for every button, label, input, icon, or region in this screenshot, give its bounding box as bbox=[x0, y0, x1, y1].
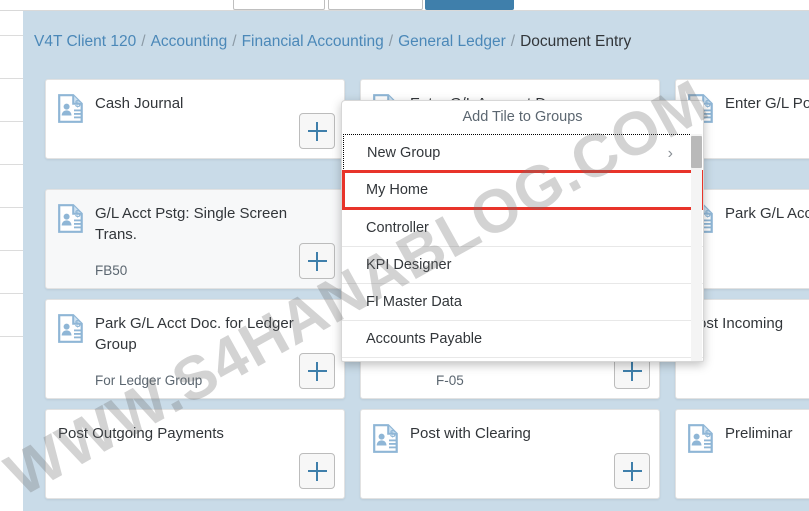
popup-title: Add Tile to Groups bbox=[462, 109, 583, 125]
svg-text:$: $ bbox=[705, 429, 711, 440]
tile[interactable]: Post Outgoing Payments bbox=[45, 409, 345, 499]
svg-text:$: $ bbox=[705, 209, 711, 220]
add-tile-plus-button[interactable] bbox=[614, 453, 650, 489]
add-tile-plus-button[interactable] bbox=[299, 453, 335, 489]
popup-group-list: New Group › My Home Controller KPI Designer F… bbox=[342, 134, 703, 358]
breadcrumb-item-1[interactable]: Accounting bbox=[151, 33, 228, 51]
svg-text:$: $ bbox=[390, 429, 396, 440]
tile-header: $ G/L Acct Pstg: Single Screen Trans. bbox=[46, 190, 344, 246]
toolbar-input-2[interactable] bbox=[328, 0, 423, 10]
breadcrumb-item-4: Document Entry bbox=[520, 33, 632, 50]
add-tile-plus-button[interactable] bbox=[299, 113, 335, 149]
popup-group-label: Accounts Payable bbox=[366, 331, 483, 347]
breadcrumb-separator: / bbox=[510, 33, 516, 50]
tile-title: G/L Acct Pstg: Single Screen Trans. bbox=[95, 205, 288, 244]
tile[interactable]: $ G/L Acct Pstg: Single Screen Trans. FB50 bbox=[45, 189, 345, 289]
tile-subtitle: F-05 bbox=[436, 373, 464, 388]
svg-text:$: $ bbox=[705, 99, 711, 110]
tile-title: Enter G/L Posting bbox=[725, 95, 809, 112]
popup-group-label: My Home bbox=[366, 182, 429, 198]
tile-title: Park G/L Acct Doc. for Ledger Group bbox=[95, 315, 294, 354]
tile[interactable]: $ Park G/L Acct Doc. for Ledger Group For … bbox=[45, 299, 345, 399]
popup-group-label: New Group bbox=[367, 145, 441, 161]
tile-header: Post Outgoing Payments bbox=[46, 410, 344, 444]
popup-group-item[interactable]: My Home bbox=[342, 170, 703, 210]
popup-group-item[interactable]: New Group › bbox=[343, 134, 702, 171]
add-tile-plus-button[interactable] bbox=[299, 353, 335, 389]
popup-group-label: KPI Designer bbox=[366, 257, 452, 273]
tile-header: $ Preliminar bbox=[676, 410, 809, 453]
breadcrumb-separator: / bbox=[388, 33, 394, 50]
tile[interactable]: $ Cash Journal bbox=[45, 79, 345, 159]
toolbar-primary-button[interactable] bbox=[425, 0, 514, 10]
breadcrumb: V4T Client 120/Accounting / Financial Acco… bbox=[34, 30, 631, 54]
popup-scrollbar-track[interactable] bbox=[691, 134, 702, 361]
popup-group-label: FI Master Data bbox=[366, 294, 462, 310]
breadcrumb-item-0[interactable]: V4T Client 120 bbox=[34, 33, 136, 51]
top-toolbar-strip bbox=[0, 0, 809, 11]
tile[interactable]: $ Preliminar bbox=[675, 409, 809, 499]
tile-title: Park G/L Acct Items bbox=[725, 205, 809, 222]
breadcrumb-separator: / bbox=[232, 33, 237, 50]
document-person-money-icon: $ bbox=[688, 424, 713, 453]
popup-group-item[interactable]: Controller bbox=[342, 210, 703, 247]
popup-group-item[interactable]: FI Master Data bbox=[342, 284, 703, 321]
add-tile-to-groups-popup: Add Tile to Groups New Group › My Home Cont… bbox=[341, 100, 704, 362]
tile-title: Post Outgoing Payments bbox=[58, 425, 224, 442]
popup-group-item[interactable]: Accounts Payable bbox=[342, 321, 703, 358]
svg-text:$: $ bbox=[75, 209, 81, 220]
tile-header: $ Post with Clearing bbox=[361, 410, 659, 453]
document-person-money-icon: $ bbox=[373, 424, 398, 453]
fiori-app-finder-page: V4T Client 120/Accounting / Financial Acco… bbox=[0, 0, 809, 511]
popup-scrollbar-thumb[interactable] bbox=[691, 136, 702, 168]
tile[interactable]: $ Post with Clearing bbox=[360, 409, 660, 499]
tile-subtitle: For Ledger Group bbox=[95, 373, 203, 388]
svg-text:$: $ bbox=[75, 99, 81, 110]
chevron-right-icon: › bbox=[667, 145, 673, 162]
add-tile-plus-button[interactable] bbox=[299, 243, 335, 279]
breadcrumb-item-3[interactable]: General Ledger bbox=[398, 33, 506, 51]
svg-text:$: $ bbox=[75, 319, 81, 330]
document-person-money-icon: $ bbox=[58, 94, 83, 123]
document-person-money-icon: $ bbox=[58, 314, 83, 343]
tile-title: Post with Clearing bbox=[410, 425, 531, 442]
popup-group-item[interactable]: KPI Designer bbox=[342, 247, 703, 284]
tile-title: Cash Journal bbox=[95, 95, 184, 112]
left-rail bbox=[0, 11, 23, 511]
popup-group-label: Controller bbox=[366, 220, 429, 236]
toolbar-input-1[interactable] bbox=[233, 0, 325, 10]
tile-title: Preliminar bbox=[725, 425, 793, 442]
tile-subtitle: FB50 bbox=[95, 263, 128, 278]
document-person-money-icon: $ bbox=[58, 204, 83, 233]
breadcrumb-item-2[interactable]: Financial Accounting bbox=[242, 33, 384, 51]
breadcrumb-separator: / bbox=[141, 33, 146, 50]
tile-header: $ Park G/L Acct Doc. for Ledger Group bbox=[46, 300, 344, 356]
